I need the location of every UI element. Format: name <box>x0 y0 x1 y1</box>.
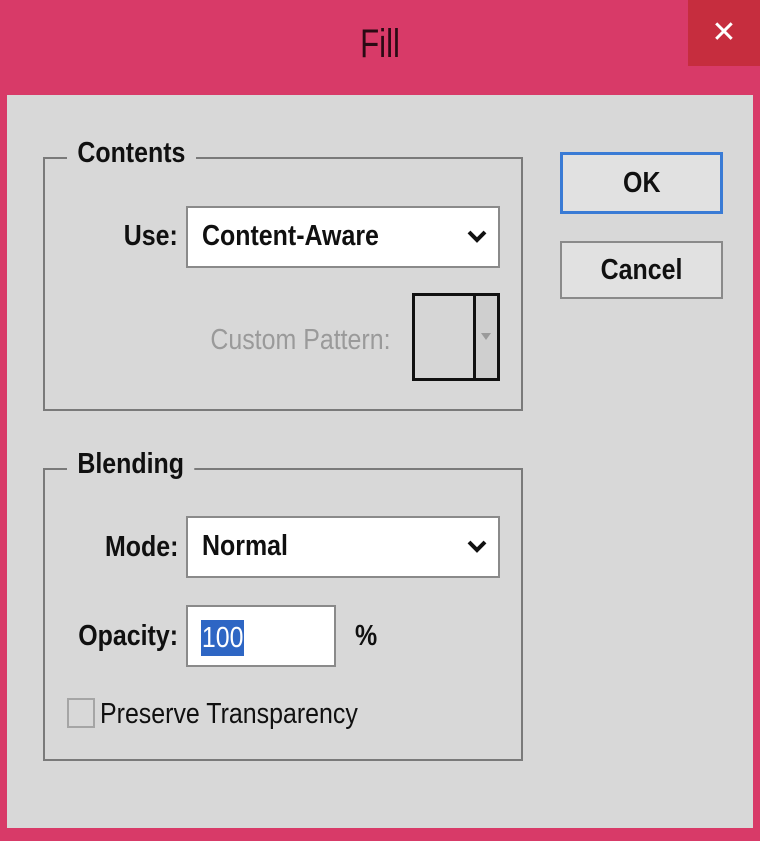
ok-button-label: OK <box>622 167 661 199</box>
title-bar[interactable]: Fill ✕ <box>0 0 760 95</box>
opacity-unit: % <box>355 620 378 652</box>
window-title: Fill <box>360 22 400 66</box>
custom-pattern-label: Custom Pattern: <box>210 324 391 356</box>
chevron-down-icon <box>467 230 487 243</box>
custom-pattern-picker[interactable] <box>412 293 500 381</box>
close-button[interactable]: ✕ <box>688 0 760 66</box>
chevron-down-icon <box>467 540 487 553</box>
ok-button[interactable]: OK <box>560 152 723 214</box>
use-label: Use: <box>123 220 178 252</box>
opacity-input[interactable]: 100 <box>186 605 336 667</box>
opacity-input-value: 100 <box>201 620 245 656</box>
contents-legend: Contents <box>67 137 196 170</box>
use-dropdown-value: Content-Aware <box>202 220 379 252</box>
use-dropdown[interactable]: Content-Aware <box>186 206 500 268</box>
close-icon: ✕ <box>711 15 737 50</box>
mode-dropdown[interactable]: Normal <box>186 516 500 578</box>
mode-dropdown-value: Normal <box>202 530 288 562</box>
opacity-label: Opacity: <box>78 620 178 652</box>
cancel-button[interactable]: Cancel <box>560 241 723 299</box>
mode-label: Mode: <box>104 531 178 563</box>
preserve-transparency-checkbox[interactable] <box>67 698 95 728</box>
dialog-body: Contents Use: Content-Aware Custom Patte… <box>7 95 753 828</box>
fill-dialog: Fill ✕ Contents Use: Content-Aware Custo… <box>0 0 760 841</box>
triangle-down-icon[interactable] <box>476 296 497 378</box>
blending-legend: Blending <box>67 448 195 481</box>
preserve-transparency-label[interactable]: Preserve Transparency <box>100 698 358 731</box>
pattern-swatch <box>415 296 476 378</box>
cancel-button-label: Cancel <box>600 254 683 286</box>
